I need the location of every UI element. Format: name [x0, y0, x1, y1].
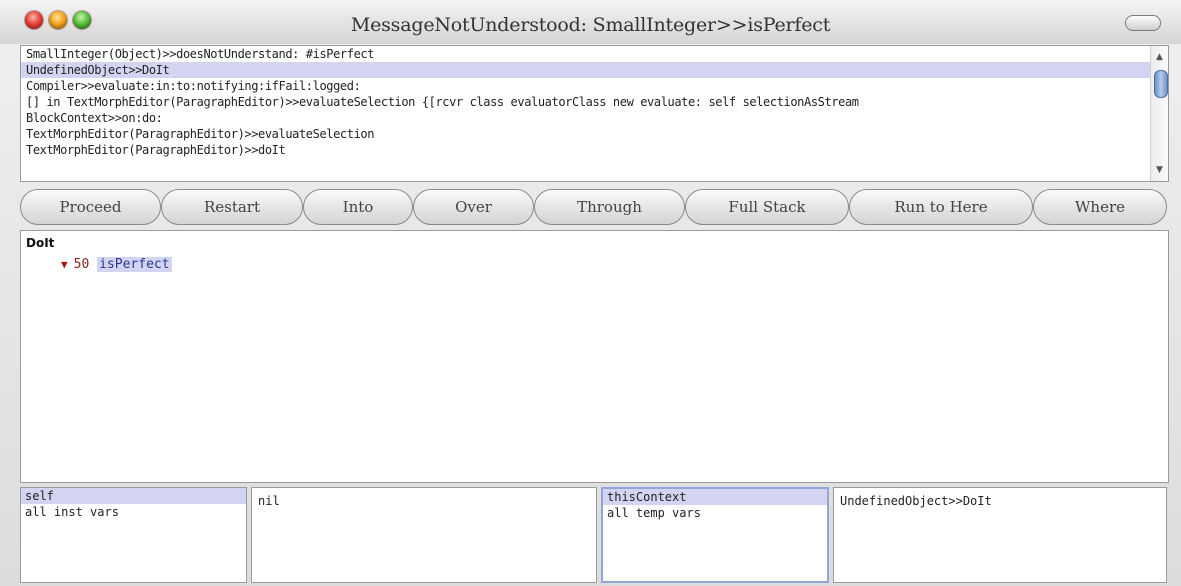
stack-frame-row[interactable]: BlockContext>>on:do:	[21, 110, 1168, 126]
through-button[interactable]: Through	[534, 189, 685, 225]
scroll-up-arrow-icon[interactable]: ▲	[1151, 50, 1168, 64]
window-title: MessageNotUnderstood: SmallInteger>>isPe…	[350, 14, 831, 36]
toolbar-toggle-button[interactable]	[1125, 15, 1161, 31]
list-item-all-inst-vars[interactable]: all inst vars	[21, 504, 246, 520]
context-value-pane[interactable]: UndefinedObject>>DoIt	[833, 487, 1167, 583]
where-button[interactable]: Where	[1033, 189, 1167, 225]
stack-frame-row[interactable]: TextMorphEditor(ParagraphEditor)>>doIt	[21, 142, 1168, 158]
error-marker-icon: ▼	[61, 258, 68, 271]
full-stack-button[interactable]: Full Stack	[685, 189, 849, 225]
stack-frame-row[interactable]: SmallInteger(Object)>>doesNotUnderstand:…	[21, 46, 1168, 62]
receiver-literal: 50	[73, 257, 90, 272]
list-item-all-temp-vars[interactable]: all temp vars	[603, 505, 827, 521]
into-button[interactable]: Into	[303, 189, 413, 225]
debugger-button-bar: Proceed Restart Into Over Through Full S…	[20, 187, 1167, 229]
stack-frame-row[interactable]: Compiler>>evaluate:in:to:notifying:ifFai…	[21, 78, 1168, 94]
source-line[interactable]: ▼ 50 isPerfect	[61, 257, 172, 272]
over-button[interactable]: Over	[413, 189, 534, 225]
title-bar[interactable]: MessageNotUnderstood: SmallInteger>>isPe…	[0, 0, 1181, 44]
context-value-text: UndefinedObject>>DoIt	[840, 494, 992, 508]
stack-frame-row[interactable]: TextMorphEditor(ParagraphEditor)>>evalua…	[21, 126, 1168, 142]
stack-frame-row[interactable]: UndefinedObject>>DoIt	[21, 62, 1168, 78]
scroll-thumb[interactable]	[1154, 70, 1168, 98]
receiver-value-text: nil	[258, 494, 280, 508]
stack-scrollbar[interactable]: ▲ ▼	[1150, 46, 1168, 181]
debugger-window: MessageNotUnderstood: SmallInteger>>isPe…	[0, 0, 1181, 586]
restart-button[interactable]: Restart	[161, 189, 303, 225]
context-fields-list[interactable]: thisContext all temp vars	[601, 487, 829, 583]
list-item-this-context[interactable]: thisContext	[603, 489, 827, 505]
list-item-self[interactable]: self	[21, 488, 246, 504]
highlighted-selector: isPerfect	[97, 257, 172, 272]
stack-frame-row[interactable]: [] in TextMorphEditor(ParagraphEditor)>>…	[21, 94, 1168, 110]
stack-trace-list[interactable]: SmallInteger(Object)>>doesNotUnderstand:…	[20, 45, 1169, 182]
receiver-fields-list[interactable]: self all inst vars	[20, 487, 247, 583]
proceed-button[interactable]: Proceed	[20, 189, 161, 225]
run-to-here-button[interactable]: Run to Here	[849, 189, 1033, 225]
scroll-down-arrow-icon[interactable]: ▼	[1151, 163, 1168, 177]
receiver-value-pane[interactable]: nil	[251, 487, 597, 583]
method-title: DoIt	[26, 236, 55, 250]
method-source-pane[interactable]: DoIt ▼ 50 isPerfect	[20, 230, 1169, 483]
